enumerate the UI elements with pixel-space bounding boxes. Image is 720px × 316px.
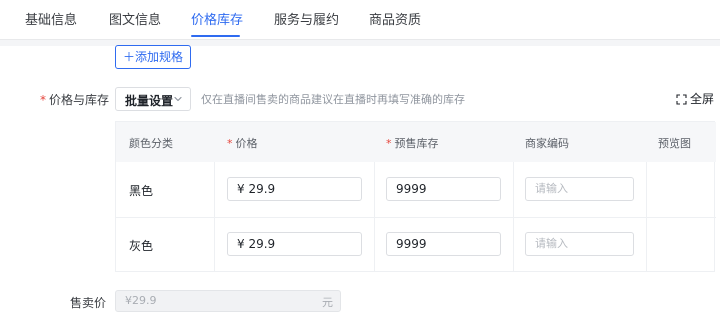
tab-service-fulfillment[interactable]: 服务与履约 <box>274 9 339 28</box>
sku-table: 颜色分类 * 价格 * 预售库存 商家编码 预览图 黑色 ¥ 29.9 9999 请… <box>115 121 716 272</box>
header-stock-text: 预售库存 <box>394 137 439 150</box>
sale-price-input: ¥29.9 元 <box>115 290 341 312</box>
sale-price-value: ¥29.9 <box>125 294 157 307</box>
row-divider <box>116 217 716 218</box>
price-stock-label-text: 价格与库存 <box>49 93 110 107</box>
merchant-code-input[interactable]: 请输入 <box>525 232 634 256</box>
sale-price-label: 售卖价 <box>70 296 107 310</box>
tab-basic-info[interactable]: 基础信息 <box>25 9 77 28</box>
add-spec-button[interactable]: ＋添加规格 <box>115 45 191 69</box>
header-merchant-code: 商家编码 <box>525 137 569 150</box>
price-stock-label: * 价格与库存 <box>40 91 109 108</box>
stock-input[interactable]: 9999 <box>386 232 501 256</box>
row-color: 灰色 <box>129 239 154 253</box>
price-input[interactable]: ¥ 29.9 <box>227 177 362 201</box>
active-tab-indicator <box>191 35 240 37</box>
tab-qualification[interactable]: 商品资质 <box>369 9 421 28</box>
tab-rich-media[interactable]: 图文信息 <box>109 9 161 28</box>
merchant-code-input[interactable]: 请输入 <box>525 177 634 201</box>
required-mark: * <box>386 137 392 150</box>
header-stock: * 预售库存 <box>386 135 439 151</box>
stock-hint: 仅在直播间售卖的商品建议在直播时再填写准确的库存 <box>201 93 465 106</box>
price-input[interactable]: ¥ 29.9 <box>227 232 362 256</box>
required-mark: * <box>227 137 233 150</box>
header-preview: 预览图 <box>658 137 691 150</box>
row-color: 黑色 <box>129 184 154 198</box>
required-mark: * <box>40 93 46 107</box>
batch-set-label: 批量设置 <box>125 94 174 108</box>
header-price-text: 价格 <box>235 137 258 150</box>
expand-icon <box>676 94 687 105</box>
sku-table-header: 颜色分类 * 价格 * 预售库存 商家编码 预览图 <box>116 122 716 162</box>
chevron-down-icon <box>174 96 182 102</box>
fullscreen-label: 全屏 <box>690 92 715 106</box>
tab-price-stock[interactable]: 价格库存 <box>191 9 243 28</box>
fullscreen-button[interactable]: 全屏 <box>676 90 714 107</box>
tab-bar: 基础信息 图文信息 价格库存 服务与履约 商品资质 <box>0 0 720 40</box>
stock-input[interactable]: 9999 <box>386 177 501 201</box>
sale-price-unit: 元 <box>322 296 333 309</box>
header-color: 颜色分类 <box>129 137 173 150</box>
batch-set-dropdown[interactable]: 批量设置 <box>115 87 191 111</box>
header-price: * 价格 <box>227 135 258 151</box>
